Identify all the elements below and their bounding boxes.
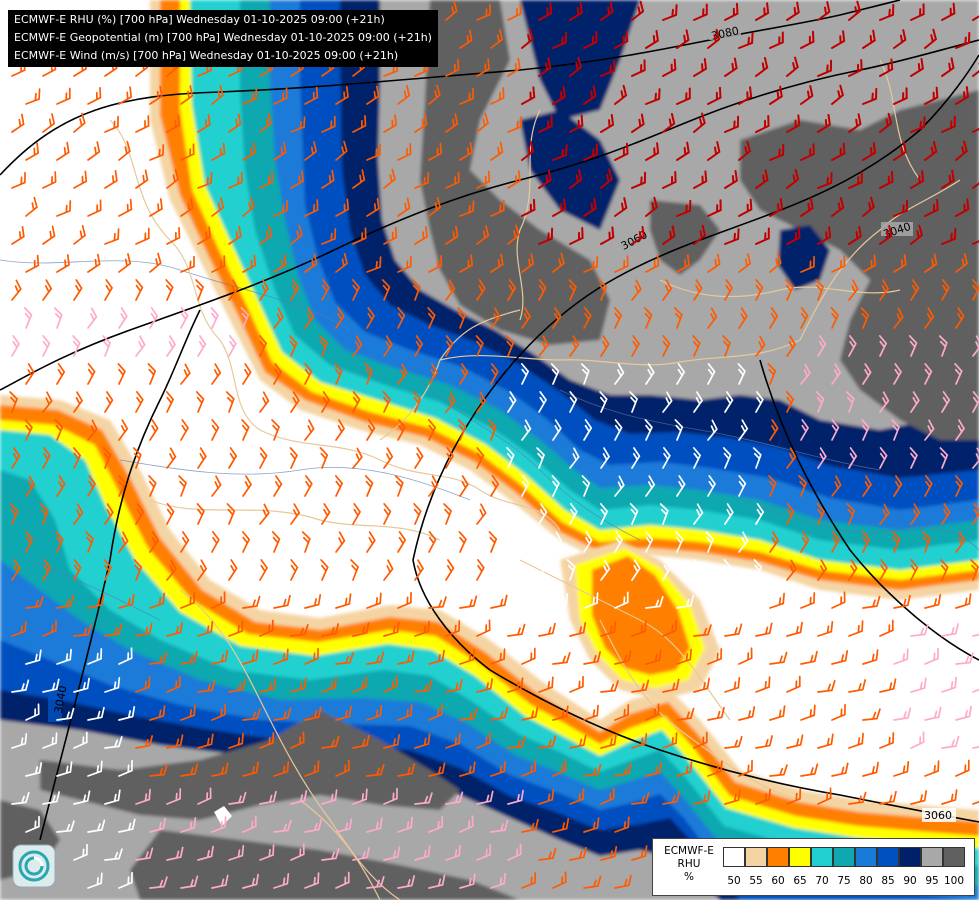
legend-swatches — [723, 847, 965, 867]
legend-swatch — [811, 847, 833, 867]
legend-ticks: 50 55 60 65 70 75 80 85 90 95 100 — [723, 875, 967, 889]
ecmwf-logo-icon — [12, 844, 56, 888]
legend-swatch — [921, 847, 943, 867]
legend-swatch — [789, 847, 811, 867]
legend-tick-label: 75 — [837, 875, 851, 887]
legend-tick-label: 65 — [793, 875, 807, 887]
legend-swatch — [745, 847, 767, 867]
legend-swatch — [877, 847, 899, 867]
legend-tick-label: 90 — [903, 875, 917, 887]
map-header: ECMWF-E RHU (%) [700 hPa] Wednesday 01-1… — [8, 10, 438, 67]
legend-tick-label: 95 — [925, 875, 939, 887]
weather-map: 3080 3060 3040 3040 3060 — [0, 0, 979, 900]
legend-title-model: ECMWF-E — [664, 845, 714, 857]
header-line-geopotential: ECMWF-E Geopotential (m) [700 hPa] Wedne… — [14, 31, 432, 44]
legend-tick-label: 85 — [881, 875, 895, 887]
legend-tick-label: 100 — [943, 875, 965, 887]
legend-title: ECMWF-E RHU % — [653, 845, 725, 884]
header-line-rhu: ECMWF-E RHU (%) [700 hPa] Wednesday 01-1… — [14, 13, 385, 26]
legend-tick-label: 50 — [727, 875, 741, 887]
legend-tick-label: 80 — [859, 875, 873, 887]
legend-swatch — [767, 847, 789, 867]
legend-swatch — [833, 847, 855, 867]
legend-swatch — [943, 847, 965, 867]
legend-swatch — [899, 847, 921, 867]
legend-tick-label: 60 — [771, 875, 785, 887]
rhu-legend: ECMWF-E RHU % 50 55 60 65 70 75 80 85 90 95 100 — [652, 838, 975, 896]
legend-title-variable: RHU — [677, 858, 701, 870]
legend-title-unit: % — [684, 871, 694, 883]
legend-swatch — [855, 847, 877, 867]
contour-label: 3060 — [924, 809, 952, 822]
legend-tick-label: 70 — [815, 875, 829, 887]
legend-tick-label: 55 — [749, 875, 763, 887]
legend-swatch — [723, 847, 745, 867]
header-line-wind: ECMWF-E Wind (m/s) [700 hPa] Wednesday 0… — [14, 49, 399, 62]
